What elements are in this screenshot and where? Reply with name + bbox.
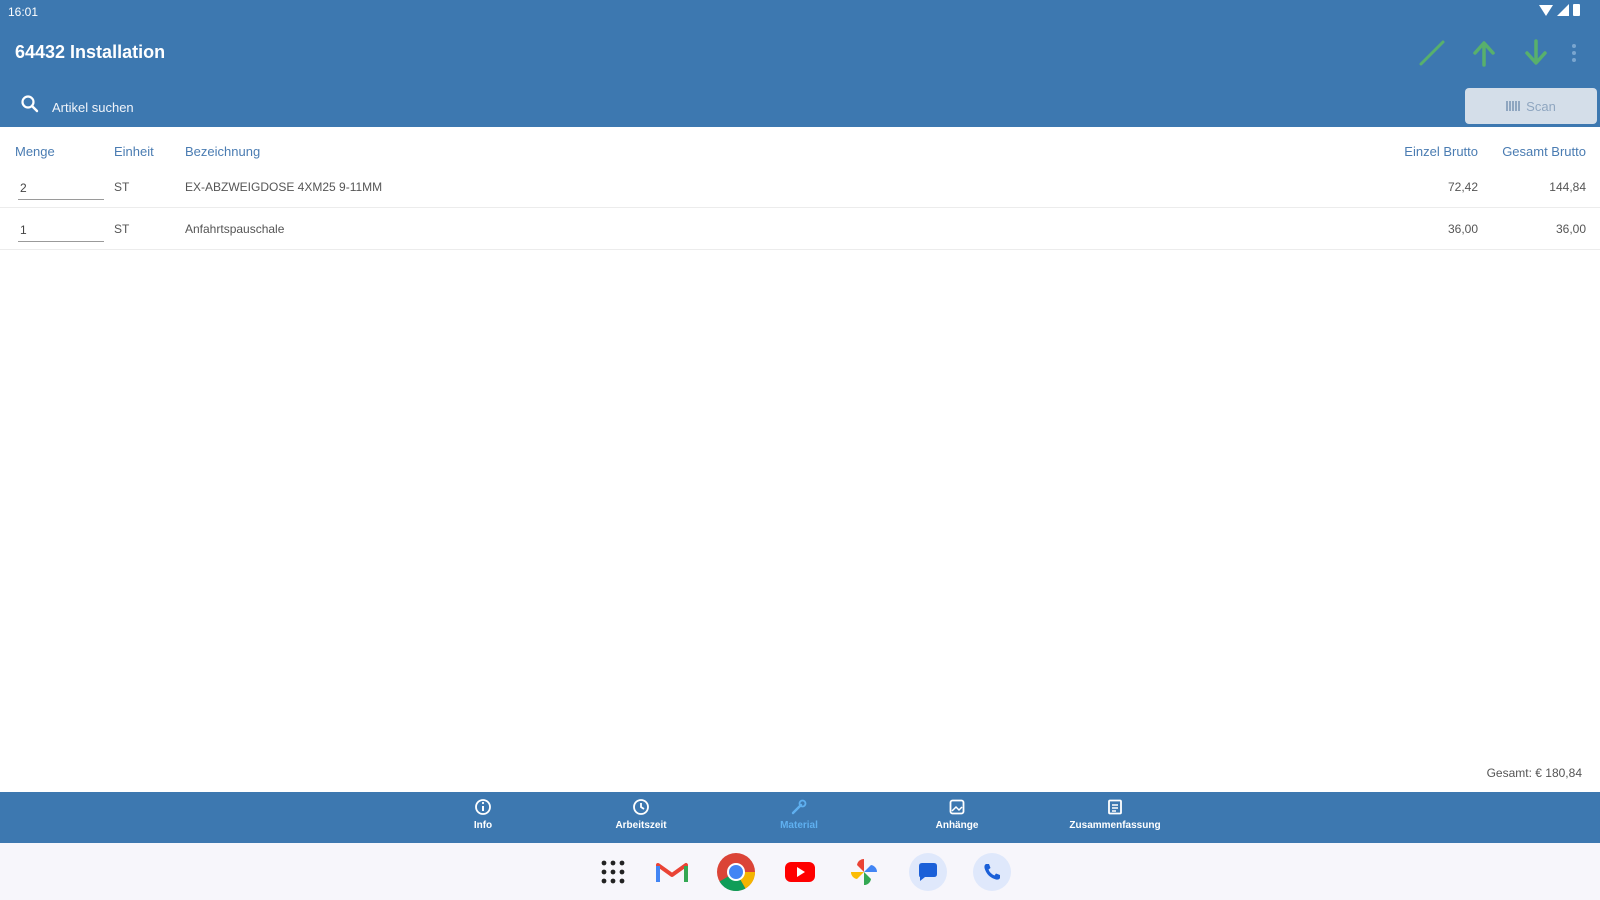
nav-label: Arbeitszeit (615, 820, 667, 831)
total-label: Gesamt: (1486, 766, 1532, 780)
unit-cell: ST (114, 222, 130, 236)
column-header-einheit: Einheit (114, 144, 154, 159)
wifi-icon (1539, 4, 1553, 16)
scan-button[interactable]: Scan (1465, 88, 1597, 124)
nav-item-anhaenge[interactable]: Anhänge (877, 796, 1037, 840)
total-value: € 180,84 (1535, 766, 1582, 780)
chrome-app[interactable] (715, 851, 757, 893)
search-icon (20, 94, 40, 119)
column-header-gesamt-brutto: Gesamt Brutto (1502, 144, 1586, 159)
photos-icon (850, 858, 878, 886)
messages-app[interactable] (907, 851, 949, 893)
system-dock (0, 843, 1600, 900)
edit-button[interactable] (1406, 36, 1458, 70)
table-header: Menge Einheit Bezeichnung Einzel Brutto … (0, 140, 1600, 164)
nav-label: Info (473, 820, 493, 831)
description-cell: EX-ABZWEIGDOSE 4XM25 9-11MM (185, 180, 383, 194)
total-price-cell: 144,84 (1549, 180, 1586, 194)
nav-label: Anhänge (935, 820, 979, 831)
quantity-field[interactable] (18, 218, 104, 242)
nav-item-info[interactable]: Info (403, 796, 563, 840)
column-header-menge: Menge (15, 144, 55, 159)
app-grid-icon (601, 860, 625, 884)
gmail-icon (656, 863, 688, 882)
gmail-app[interactable] (651, 851, 693, 893)
info-icon (474, 796, 492, 818)
nav-item-zusammenfassung[interactable]: Zusammenfassung (1035, 796, 1195, 840)
table-row[interactable]: ST EX-ABZWEIGDOSE 4XM25 9-11MM 72,42 144… (0, 166, 1600, 208)
total-price-cell: 36,00 (1555, 222, 1586, 236)
status-icons (1539, 4, 1580, 16)
table-row[interactable]: ST Anfahrtspauschale 36,00 36,00 (0, 208, 1600, 250)
barcode-icon (1506, 101, 1521, 111)
youtube-app[interactable] (779, 851, 821, 893)
column-header-bezeichnung: Bezeichnung (185, 144, 261, 159)
image-icon (948, 796, 966, 818)
column-header-einzel-brutto: Einzel Brutto (1404, 144, 1478, 159)
more-vert-icon (1572, 44, 1576, 62)
wrench-icon (790, 796, 808, 818)
phone-icon (973, 853, 1011, 891)
photos-app[interactable] (843, 851, 885, 893)
page-title: 64432 Installation (15, 42, 166, 62)
pencil-icon (1419, 40, 1445, 66)
search-input[interactable] (52, 96, 652, 118)
unit-price-cell: 36,00 (1447, 222, 1478, 236)
description-cell: Anfahrtspauschale (185, 222, 285, 236)
download-button[interactable] (1510, 36, 1562, 70)
phone-app[interactable] (971, 851, 1013, 893)
more-options-button[interactable] (1562, 36, 1586, 70)
app-bar: 16:01 64432 Installation Artikel suchen … (0, 0, 1600, 127)
nav-label: Material (780, 820, 818, 831)
battery-icon (1573, 4, 1580, 16)
unit-cell: ST (114, 180, 130, 194)
signal-icon (1557, 4, 1569, 16)
scan-label: Scan (1526, 98, 1556, 114)
unit-price-cell: 72,42 (1447, 180, 1478, 194)
arrow-up-icon (1473, 41, 1495, 67)
status-time: 16:01 (8, 5, 39, 19)
app-drawer-button[interactable] (592, 851, 634, 893)
status-bar: 16:01 (0, 0, 1600, 24)
bottom-navigation: Info Arbeitszeit Material Anhänge Zusamm… (0, 792, 1600, 843)
clock-icon (632, 796, 650, 818)
chrome-icon (717, 853, 756, 892)
summary-icon (1106, 796, 1124, 818)
total-summary: Gesamt: € 180,84 (1487, 766, 1582, 780)
quantity-field[interactable] (18, 176, 104, 200)
nav-item-arbeitszeit[interactable]: Arbeitszeit (561, 796, 721, 840)
youtube-icon (785, 862, 815, 882)
search-bar: Scan (0, 88, 1600, 126)
upload-button[interactable] (1458, 36, 1510, 70)
nav-item-material[interactable]: Material (719, 796, 879, 840)
messages-icon (909, 853, 947, 891)
arrow-down-icon (1525, 39, 1547, 65)
toolbar-actions (1406, 36, 1586, 70)
nav-label: Zusammenfassung (1069, 820, 1161, 831)
